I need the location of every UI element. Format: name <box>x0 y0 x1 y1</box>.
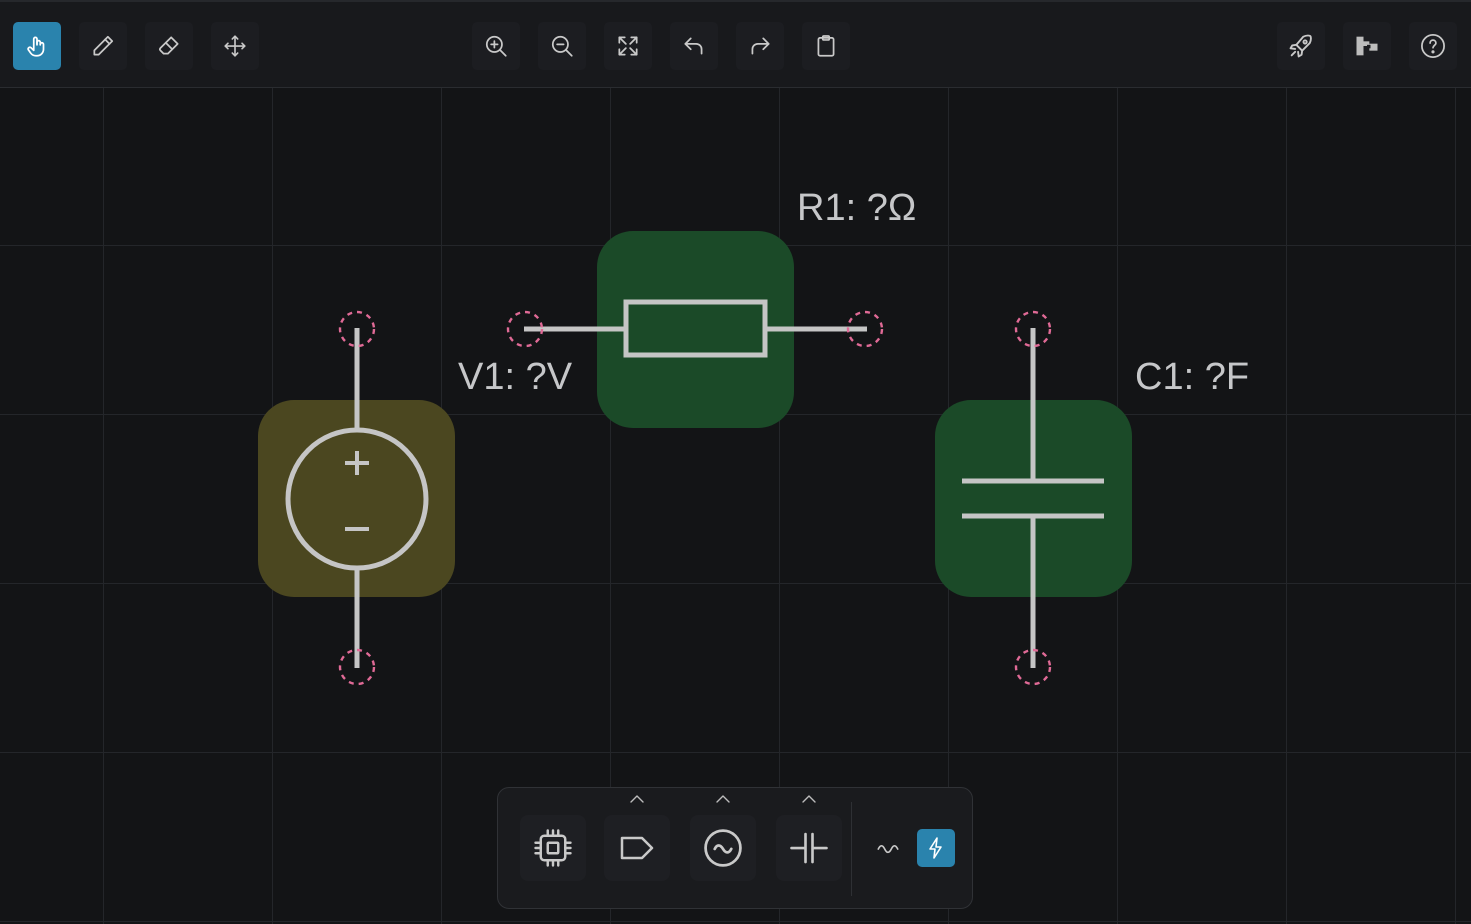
pointer-tool-button[interactable] <box>13 22 61 70</box>
zoom-in-icon <box>485 35 507 57</box>
move-tool-button[interactable] <box>211 22 259 70</box>
zoom-out-button[interactable] <box>538 22 586 70</box>
palette-source-expand-caret[interactable] <box>713 792 733 806</box>
move-arrows-icon <box>224 35 246 57</box>
resistor-component[interactable] <box>500 228 900 434</box>
pencil-tool-button[interactable] <box>79 22 127 70</box>
undo-icon <box>684 37 703 55</box>
top-toolbar <box>0 0 1471 88</box>
netlist-icon <box>1356 36 1378 56</box>
wave-mode-button[interactable] <box>869 829 907 867</box>
clipboard-icon <box>817 35 835 57</box>
circuit-editor-app: V1: ?V R1: ?Ω C1: ?F <box>0 0 1471 924</box>
component-palette <box>497 787 973 909</box>
zoom-out-icon <box>551 35 573 57</box>
clipboard-button[interactable] <box>802 22 850 70</box>
ac-source-icon <box>704 829 742 867</box>
fit-view-button[interactable] <box>604 22 652 70</box>
palette-label-expand-caret[interactable] <box>627 792 647 806</box>
help-circle-icon <box>1421 34 1445 58</box>
redo-button[interactable] <box>736 22 784 70</box>
capacitor-label: C1: ?F <box>1135 356 1250 398</box>
export-button[interactable] <box>1343 22 1391 70</box>
tag-icon <box>620 836 654 860</box>
pencil-icon <box>93 35 114 56</box>
palette-capacitor-expand-caret[interactable] <box>799 792 819 806</box>
expand-icon <box>618 36 638 56</box>
capacitor-icon <box>790 832 828 864</box>
chevron-up-icon <box>802 795 816 803</box>
power-mode-button[interactable] <box>917 829 955 867</box>
undo-button[interactable] <box>670 22 718 70</box>
rocket-icon <box>1289 34 1312 58</box>
wave-icon <box>877 845 899 854</box>
palette-source-button[interactable] <box>690 815 756 881</box>
eraser-icon <box>159 36 179 55</box>
lightning-icon <box>929 837 942 859</box>
run-simulation-button[interactable] <box>1277 22 1325 70</box>
chip-icon <box>534 829 572 867</box>
zoom-in-button[interactable] <box>472 22 520 70</box>
help-button[interactable] <box>1409 22 1457 70</box>
capacitor-component[interactable] <box>914 300 1152 700</box>
resistor-label: R1: ?Ω <box>797 187 917 229</box>
chevron-up-icon <box>716 795 730 803</box>
palette-capacitor-button[interactable] <box>776 815 842 881</box>
palette-divider <box>851 802 852 896</box>
redo-icon <box>751 37 770 55</box>
palette-chip-button[interactable] <box>520 815 586 881</box>
palette-label-button[interactable] <box>604 815 670 881</box>
chevron-up-icon <box>630 795 644 803</box>
eraser-tool-button[interactable] <box>145 22 193 70</box>
voltage-source-component[interactable] <box>238 300 476 700</box>
hand-pointer-icon <box>27 36 45 57</box>
